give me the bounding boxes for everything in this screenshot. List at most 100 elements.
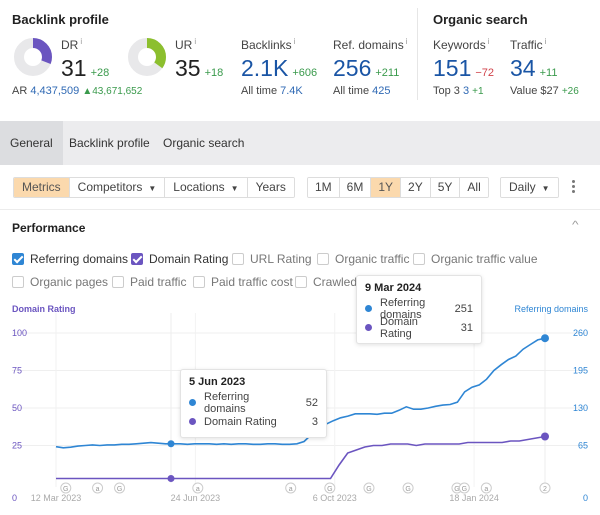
interval-dropdown[interactable]: Daily ▼ xyxy=(500,177,559,198)
tab-general[interactable]: General xyxy=(0,121,63,165)
interval-button[interactable]: Daily ▼ xyxy=(501,178,558,197)
info-icon[interactable]: i xyxy=(294,37,296,46)
backlinks-alltime-value[interactable]: 7.4K xyxy=(280,85,303,97)
checkbox-organic-traffic[interactable]: Organic traffic xyxy=(317,252,409,266)
right-axis-title: Referring domains xyxy=(514,304,588,314)
checkbox-label: Paid traffic cost xyxy=(211,275,293,289)
ref-domains-alltime-value[interactable]: 425 xyxy=(372,85,390,97)
event-marker-icon[interactable]: a xyxy=(92,482,104,494)
event-marker-symbol: a xyxy=(289,486,293,493)
top3-row: Top 3 3 +1 xyxy=(433,85,484,97)
ar-value[interactable]: 4,437,509 xyxy=(30,85,79,97)
left-axis-tick-label: 0 xyxy=(12,493,17,503)
tab-organic-search[interactable]: Organic search xyxy=(153,121,254,165)
checkbox-domain-rating[interactable]: Domain Rating xyxy=(131,252,228,266)
tooltip-series-value: 31 xyxy=(460,321,473,334)
top3-value[interactable]: 3 xyxy=(463,85,469,97)
hover-point-referring-domains xyxy=(167,440,175,448)
dr-label: DR i xyxy=(61,37,82,52)
checkbox-unchecked-icon[interactable] xyxy=(193,276,205,288)
ur-donut-chart xyxy=(128,38,166,76)
organic-search-title: Organic search xyxy=(433,12,528,27)
checkbox-label: Organic traffic xyxy=(335,252,410,266)
checkbox-checked-icon[interactable] xyxy=(12,253,24,265)
checkbox-organic-pages[interactable]: Organic pages xyxy=(12,275,108,289)
series-dot-icon xyxy=(365,324,372,331)
tooltip-date: 9 Mar 2024 xyxy=(365,282,422,294)
event-marker-icon[interactable]: G xyxy=(114,482,126,494)
event-marker-icon[interactable]: 2 xyxy=(539,482,551,494)
checkbox-crawled[interactable]: Crawled xyxy=(295,275,357,289)
checkbox-unchecked-icon[interactable] xyxy=(317,253,329,265)
latest-point-domain-rating xyxy=(541,432,549,441)
backlinks-value[interactable]: 2.1K xyxy=(241,55,288,81)
left-axis-title: Domain Rating xyxy=(12,304,76,314)
event-marker-icon[interactable]: G xyxy=(402,482,414,494)
event-marker-symbol: a xyxy=(96,486,100,493)
tooltip-date: 5 Jun 2023 xyxy=(189,376,246,388)
locations-label: Locations xyxy=(173,180,225,194)
ref-domains-value[interactable]: 256 xyxy=(333,55,371,81)
competitors-dropdown[interactable]: Competitors ▼ xyxy=(69,178,166,197)
tooltip-row-domain-rating: Domain Rating 3 xyxy=(189,412,318,431)
tooltip-row-domain-rating: Domain Rating 31 xyxy=(365,316,473,340)
event-marker-icon[interactable]: a xyxy=(192,482,204,494)
checkbox-label: Organic pages xyxy=(30,275,109,289)
checkbox-checked-icon[interactable] xyxy=(131,253,143,265)
event-marker-icon[interactable]: a xyxy=(480,482,492,494)
info-icon[interactable]: i xyxy=(545,37,547,46)
info-icon[interactable]: i xyxy=(194,37,196,46)
checkbox-unchecked-icon[interactable] xyxy=(12,276,24,288)
collapse-chevron-up-icon[interactable]: ^ xyxy=(572,220,579,231)
info-icon[interactable]: i xyxy=(488,37,490,46)
section-divider xyxy=(417,8,418,100)
range-1m-button[interactable]: 1M xyxy=(308,178,340,197)
x-axis-tick-label: 12 Mar 2023 xyxy=(31,493,82,503)
checkbox-unchecked-icon[interactable] xyxy=(112,276,124,288)
range-1y-button[interactable]: 1Y xyxy=(371,178,402,197)
checkbox-paid-traffic-cost[interactable]: Paid traffic cost xyxy=(193,275,293,289)
traffic-delta: +11 xyxy=(539,67,558,79)
range-2y-button[interactable]: 2Y xyxy=(401,178,431,197)
top3-label: Top 3 xyxy=(433,85,460,97)
interval-label: Daily xyxy=(509,180,536,194)
checkbox-url-rating[interactable]: URL Rating xyxy=(232,252,312,266)
event-marker-icon[interactable]: G xyxy=(324,482,336,494)
event-marker-symbol: G xyxy=(327,486,332,493)
checkbox-referring-domains[interactable]: Referring domains xyxy=(12,252,128,266)
ur-label-text: UR xyxy=(175,38,193,52)
ref-domains-alltime-label: All time xyxy=(333,85,370,97)
years-button[interactable]: Years xyxy=(247,178,294,197)
traffic-value[interactable]: 34 xyxy=(510,55,536,81)
more-options-icon[interactable] xyxy=(568,179,578,197)
dr-donut-chart xyxy=(14,38,52,76)
keywords-value-row: 151 −72 xyxy=(433,57,494,85)
checkbox-unchecked-icon[interactable] xyxy=(295,276,307,288)
event-marker-icon[interactable]: G xyxy=(363,482,375,494)
checkbox-unchecked-icon[interactable] xyxy=(232,253,244,265)
locations-dropdown[interactable]: Locations ▼ xyxy=(165,178,248,197)
keywords-value[interactable]: 151 xyxy=(433,55,471,81)
traffic-label-text: Traffic xyxy=(510,38,543,52)
event-marker-icon[interactable]: G xyxy=(458,482,470,494)
left-axis-tick-label: 50 xyxy=(12,403,22,413)
range-all-button[interactable]: All xyxy=(460,178,488,197)
traffic-value-amount: $27 xyxy=(540,85,559,97)
event-marker-symbol: G xyxy=(117,486,122,493)
metrics-header: Backlink profile DR i 31 +28 AR 4,437,509 … xyxy=(0,0,600,104)
range-5y-button[interactable]: 5Y xyxy=(430,178,461,197)
checkbox-unchecked-icon[interactable] xyxy=(413,253,425,265)
range-6m-button[interactable]: 6M xyxy=(339,178,372,197)
ar-delta: ▲43,671,652 xyxy=(82,86,143,97)
checkbox-organic-traffic-value[interactable]: Organic traffic value xyxy=(413,252,538,266)
event-marker-icon[interactable]: a xyxy=(285,482,297,494)
tab-backlink-profile[interactable]: Backlink profile xyxy=(59,121,160,165)
checkbox-paid-traffic[interactable]: Paid traffic xyxy=(112,275,186,289)
info-icon[interactable]: i xyxy=(406,37,408,46)
event-marker-icon[interactable]: G xyxy=(60,482,72,494)
metrics-button[interactable]: Metrics xyxy=(14,178,70,197)
tooltip-series-name: Referring domains xyxy=(204,390,250,415)
tooltip-series-name: Domain Rating xyxy=(204,415,277,428)
info-icon[interactable]: i xyxy=(80,37,82,46)
ur-label: UR i xyxy=(175,37,196,52)
